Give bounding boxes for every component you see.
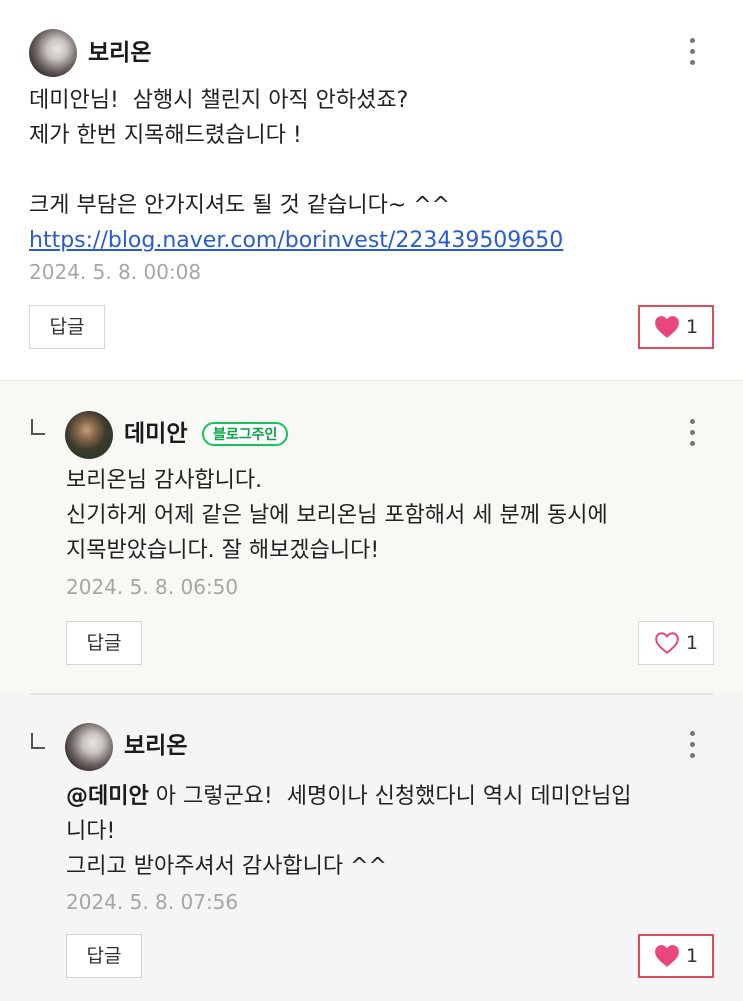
like-button[interactable]: 1 [638,934,714,978]
avatar[interactable] [65,411,113,459]
reply-button[interactable]: 답글 [29,305,105,349]
comment-timestamp: 2024. 5. 8. 00:08 [29,260,202,284]
like-count: 1 [685,632,699,654]
divider [30,693,713,695]
comment-line: 보리온님 감사합니다. [66,468,263,493]
comment-link[interactable]: https://blog.naver.com/borinvest/2234395… [29,228,563,253]
more-vertical-icon[interactable] [688,38,696,72]
avatar[interactable] [29,29,77,77]
comment-body: 보리온님 감사합니다. 신기하게 어제 같은 날에 보리온님 포함해서 세 분께… [66,463,726,568]
comment-body: @데미안 아 그렇군요! 세명이나 신청했다니 역시 데미안님입 니다! 그리고… [66,779,731,884]
mention-link[interactable]: @데미안 [66,784,149,809]
comment-line: 니다! [66,819,116,844]
like-count: 1 [685,316,699,338]
comment-line: 신기하게 어제 같은 날에 보리온님 포함해서 세 분께 동시에 [66,503,608,528]
comment-line: 크게 부담은 안가지셔도 될 것 같습니다~ ^^ [29,193,451,218]
comment-timestamp: 2024. 5. 8. 07:56 [66,890,239,914]
comment-item: 보리온 데미안님! 삼행시 챌린지 아직 안하셨죠? 제가 한번 지목해드렸습니… [0,0,743,380]
like-count: 1 [685,945,699,967]
comment-line: 그리고 받아주셔서 감사합니다 ^^ [66,854,387,879]
heart-outline-icon [655,632,679,654]
reply-button[interactable]: 답글 [66,934,142,978]
reply-arrow-icon [31,733,45,749]
comment-body: 데미안님! 삼행시 챌린지 아직 안하셨죠? 제가 한번 지목해드렸습니다 ! … [29,83,719,258]
comment-line: 데미안님! 삼행시 챌린지 아직 안하셨죠? [29,88,409,113]
like-button[interactable]: 1 [638,305,714,349]
more-vertical-icon[interactable] [688,731,696,765]
comment-author[interactable]: 보리온 [124,731,187,761]
comment-line: 지목받았습니다. 잘 해보겠습니다! [66,538,380,563]
comment-line: 제가 한번 지목해드렸습니다 ! [29,123,302,148]
reply-comment-item: 데미안 블로그주인 보리온님 감사합니다. 신기하게 어제 같은 날에 보리온님… [0,380,743,693]
comment-author[interactable]: 보리온 [88,38,151,68]
comment-timestamp: 2024. 5. 8. 06:50 [66,575,239,599]
heart-filled-icon [655,945,679,967]
avatar[interactable] [65,723,113,771]
comment-author[interactable]: 데미안 [124,419,187,449]
comment-line: 아 그렇군요! 세명이나 신청했다니 역시 데미안님입 [148,784,632,809]
blog-owner-badge: 블로그주인 [202,422,289,446]
reply-arrow-icon [31,419,45,435]
reply-comment-item: 보리온 @데미안 아 그렇군요! 세명이나 신청했다니 역시 데미안님입 니다!… [0,693,743,1001]
comment-line [29,153,719,188]
heart-filled-icon [655,316,679,338]
reply-button[interactable]: 답글 [66,621,142,665]
more-vertical-icon[interactable] [688,419,696,453]
like-button[interactable]: 1 [638,621,714,665]
